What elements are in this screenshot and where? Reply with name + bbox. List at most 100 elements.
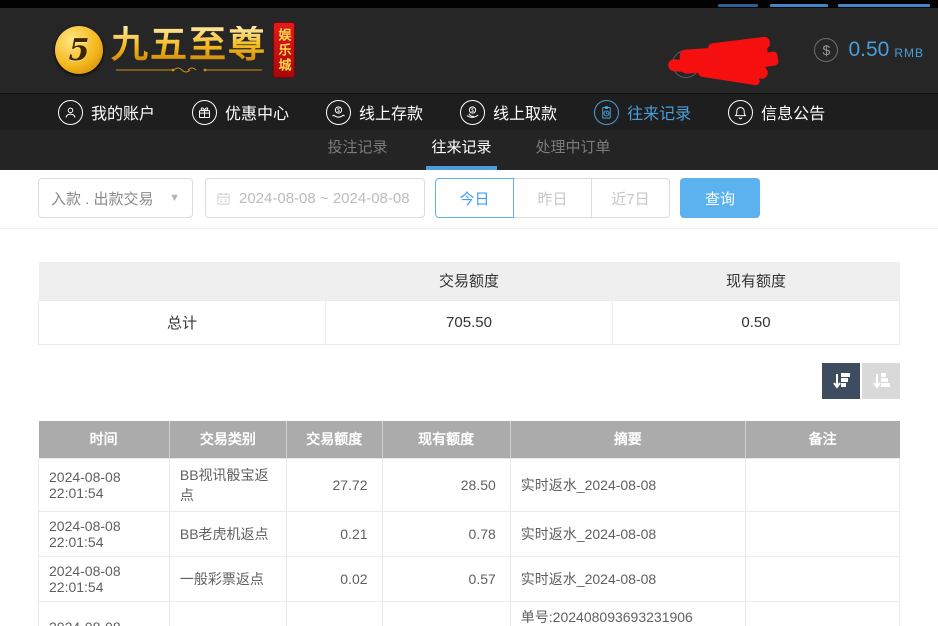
nav-item-my-account[interactable]: 我的账户 — [58, 100, 155, 125]
balance-currency: RMB — [894, 41, 924, 60]
logo-flourish-decoration — [114, 66, 264, 74]
date-range-value: 2024-08-08 ~ 2024-08-08 — [239, 190, 410, 207]
balance-display[interactable]: $ 0.50 RMB — [814, 38, 924, 62]
content-area: 交易额度现有额度 总计705.500.50 时间交易类别交易额度现有额度摘要备注… — [0, 262, 938, 626]
cell-remark — [745, 459, 899, 512]
table-row: 2024-08-08 20:13:06线上存款500.00500.55单号:20… — [39, 602, 900, 626]
records-col-header: 交易类别 — [169, 421, 286, 459]
nav-item-label: 线上存款 — [359, 100, 423, 124]
cell-amount: 0.21 — [286, 512, 382, 557]
records-col-header: 现有额度 — [382, 421, 510, 459]
records-col-header: 备注 — [745, 421, 899, 459]
nav-item-online-withdraw[interactable]: $ 线上取款 — [460, 100, 557, 125]
cell-remark: Okpay — [745, 602, 899, 626]
table-row: 2024-08-08 22:01:54BB视讯骰宝返点27.7228.50实时返… — [39, 459, 900, 512]
summary-line: 实时返水_2024-08-08 — [521, 570, 735, 588]
cell-summary: 实时返水_2024-08-08 — [510, 512, 745, 557]
chevron-down-icon: ▼ — [169, 192, 180, 204]
quick-range-yesterday[interactable]: 昨日 — [513, 178, 592, 218]
cell-amount: 27.72 — [286, 459, 382, 512]
cell-amount: 500.00 — [286, 602, 382, 626]
nav-item-label: 线上取款 — [493, 100, 557, 124]
cutoff-link-fragment — [718, 4, 758, 7]
cell-type: BB视讯骰宝返点 — [169, 459, 286, 512]
nav-item-label: 我的账户 — [91, 100, 155, 124]
bell-icon — [728, 100, 753, 125]
transaction-type-select[interactable]: 入款 . 出款交易 ▼ — [38, 178, 193, 218]
svg-text:$: $ — [337, 107, 340, 113]
cell-time: 2024-08-08 22:01:54 — [39, 512, 170, 557]
summary-col-header — [39, 262, 326, 300]
cell-summary: 实时返水_2024-08-08 — [510, 557, 745, 602]
summary-col-header: 现有额度 — [613, 262, 900, 300]
site-header: 5 九五至尊 娱乐城 $ 0.50 RMB — [0, 8, 938, 93]
cell-summary: 实时返水_2024-08-08 — [510, 459, 745, 512]
table-row: 2024-08-08 22:01:54BB老虎机返点0.210.78 实时返水_2… — [39, 512, 900, 557]
summary-header-row: 交易额度现有额度 — [39, 262, 900, 300]
cutoff-top-bar — [0, 0, 938, 8]
gift-icon — [192, 100, 217, 125]
main-nav: 我的账户 优惠中心 $ 线上存款 $ 线上取款 往来记录 信息公告 — [0, 93, 938, 130]
cell-amount: 0.02 — [286, 557, 382, 602]
subtab-bet-records[interactable]: 投注记录 — [322, 130, 392, 170]
filter-section: 入款 . 出款交易 ▼ 2024-08-08 ~ 2024-08-08 今日昨日… — [0, 170, 938, 229]
subtab-bar: 投注记录往来记录处理中订单 — [0, 130, 938, 170]
cell-balance: 0.57 — [382, 557, 510, 602]
cell-time: 2024-08-08 20:13:06 — [39, 602, 170, 626]
cell-balance: 500.55 — [382, 602, 510, 626]
cell-time: 2024-08-08 22:01:54 — [39, 459, 170, 512]
user-icon — [58, 100, 83, 125]
nav-item-promotions[interactable]: 优惠中心 — [192, 100, 289, 125]
nav-item-label: 信息公告 — [761, 100, 825, 124]
cutoff-link-fragment — [838, 4, 930, 7]
logo-text-block: 九五至尊 — [111, 26, 267, 74]
subtab-pending-orders[interactable]: 处理中订单 — [531, 130, 616, 170]
logo-name: 九五至尊 — [111, 26, 267, 64]
sort-asc-icon[interactable] — [862, 363, 900, 399]
cutoff-link-fragment — [770, 4, 828, 7]
records-header-row: 时间交易类别交易额度现有额度摘要备注 — [39, 421, 900, 459]
nav-item-transactions[interactable]: 往来记录 — [594, 100, 691, 125]
calendar-icon — [216, 191, 231, 206]
dollar-coin-icon: $ — [814, 38, 838, 62]
cell-type: 一般彩票返点 — [169, 557, 286, 602]
records-col-header: 交易额度 — [286, 421, 382, 459]
summary-row: 总计705.500.50 — [39, 300, 900, 344]
sort-desc-icon[interactable] — [822, 363, 860, 399]
cell-remark — [745, 512, 899, 557]
nav-item-announcements[interactable]: 信息公告 — [728, 100, 825, 125]
balance-amount: 0.50 — [848, 38, 889, 62]
page: 5 九五至尊 娱乐城 $ 0.50 RMB 我的账户 优惠中心 — [0, 0, 938, 626]
summary-col-header: 交易额度 — [326, 262, 613, 300]
cell-balance: 0.78 — [382, 512, 510, 557]
quick-range-last-7-days[interactable]: 近7日 — [591, 178, 670, 218]
summary-table: 交易额度现有额度 总计705.500.50 — [38, 262, 900, 345]
summary-line: 实时返水_2024-08-08 — [521, 525, 735, 543]
records-icon — [594, 100, 619, 125]
redacted-username-scribble — [650, 33, 800, 88]
date-range-input[interactable]: 2024-08-08 ~ 2024-08-08 — [205, 178, 425, 218]
summary-line: 实时返水_2024-08-08 — [521, 476, 735, 494]
svg-text:$: $ — [471, 107, 474, 113]
nav-item-online-deposit[interactable]: $ 线上存款 — [326, 100, 423, 125]
table-row: 2024-08-08 22:01:54一般彩票返点0.020.57 实时返水_20… — [39, 557, 900, 602]
summary-cell: 总计 — [39, 300, 326, 344]
cell-type: BB老虎机返点 — [169, 512, 286, 557]
site-logo[interactable]: 5 九五至尊 娱乐城 — [55, 22, 295, 78]
withdraw-icon: $ — [460, 100, 485, 125]
subtab-transaction-records[interactable]: 往来记录 — [426, 130, 496, 170]
quick-range-today[interactable]: 今日 — [435, 178, 514, 218]
search-button[interactable]: 查询 — [680, 178, 760, 218]
cell-type: 线上存款 — [169, 602, 286, 626]
records-col-header: 时间 — [39, 421, 170, 459]
records-col-header: 摘要 — [510, 421, 745, 459]
quick-range-group: 今日昨日近7日 — [435, 178, 670, 218]
cell-time: 2024-08-08 22:01:54 — [39, 557, 170, 602]
records-body: 2024-08-08 22:01:54BB视讯骰宝返点27.7228.50实时返… — [39, 459, 900, 626]
logo-coin-icon: 5 — [55, 26, 103, 74]
nav-item-label: 优惠中心 — [225, 100, 289, 124]
nav-item-label: 往来记录 — [627, 100, 691, 124]
summary-cell: 705.50 — [326, 300, 613, 344]
sort-controls — [38, 363, 900, 399]
cell-summary: 单号:202408093693231906人民币(RMB):500 — [510, 602, 745, 626]
